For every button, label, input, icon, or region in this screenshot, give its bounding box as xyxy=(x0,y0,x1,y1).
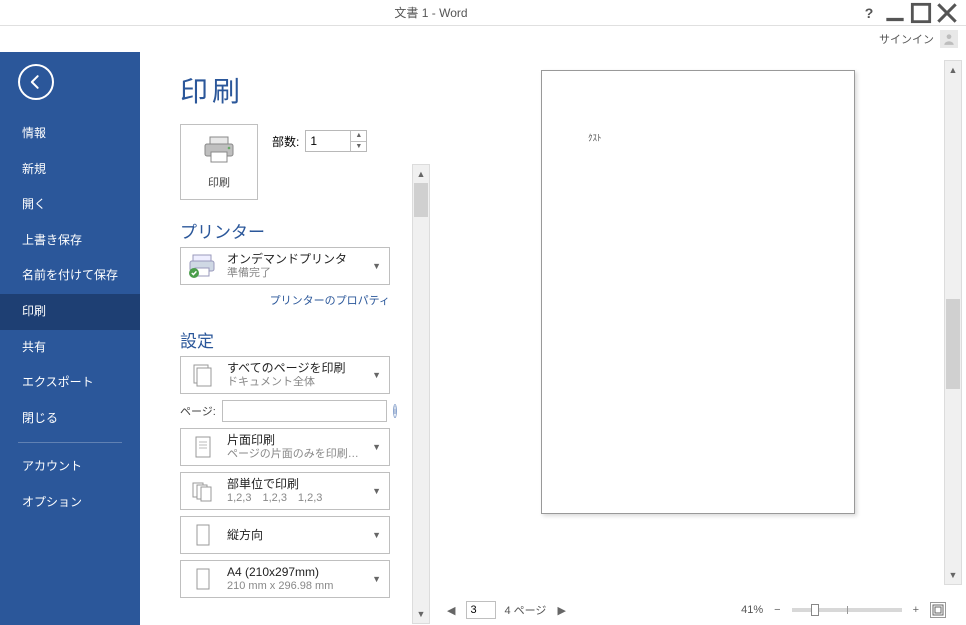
sidebar-item-close[interactable]: 閉じる xyxy=(0,401,140,437)
next-page-button[interactable]: ▶ xyxy=(554,604,568,617)
scroll-up-icon[interactable]: ▲ xyxy=(945,61,961,79)
print-button[interactable]: 印刷 xyxy=(180,124,258,200)
pages-icon xyxy=(185,360,219,390)
sidebar-item-account[interactable]: アカウント xyxy=(0,449,140,485)
title-bar: 文書 1 - Word ? xyxy=(0,0,966,26)
printer-selector[interactable]: オンデマンドプリンタ 準備完了 ▼ xyxy=(180,247,390,285)
preview-scrollbar[interactable]: ▲ ▼ xyxy=(944,60,962,585)
window-title: 文書 1 - Word xyxy=(6,4,856,21)
collate-icon xyxy=(185,476,219,506)
zoom-label: 41% xyxy=(741,604,763,616)
backstage-sidebar: 情報 新規 開く 上書き保存 名前を付けて保存 印刷 共有 エクスポート 閉じる… xyxy=(0,52,140,625)
pages-label: ページ: xyxy=(180,403,216,419)
scroll-thumb[interactable] xyxy=(414,183,428,217)
chevron-down-icon: ▼ xyxy=(372,574,385,584)
printer-name: オンデマンドプリンタ xyxy=(227,252,364,267)
sidebar-separator xyxy=(18,442,122,443)
zoom-slider-knob[interactable] xyxy=(811,604,819,616)
settings-scrollbar[interactable]: ▲ ▼ xyxy=(412,164,430,624)
sidebar-item-info[interactable]: 情報 xyxy=(0,116,140,152)
scroll-down-icon[interactable]: ▼ xyxy=(945,566,961,584)
collation-selector[interactable]: 部単位で印刷1,2,3 1,2,3 1,2,3 ▼ xyxy=(180,472,390,510)
page-title: 印刷 xyxy=(180,70,430,110)
chevron-down-icon: ▼ xyxy=(372,530,385,540)
scroll-up-icon[interactable]: ▲ xyxy=(413,165,429,183)
print-preview: ｸｽﾄ ▲ ▼ ◀ 4 ページ ▶ 41% − + xyxy=(430,52,966,625)
avatar-icon[interactable] xyxy=(940,30,958,48)
scroll-thumb[interactable] xyxy=(946,299,960,389)
portrait-icon xyxy=(185,520,219,550)
chevron-down-icon: ▼ xyxy=(372,370,385,380)
preview-page: ｸｽﾄ xyxy=(541,70,855,514)
signin-link[interactable]: サインイン xyxy=(879,31,934,47)
single-side-icon xyxy=(185,432,219,462)
preview-sample-text: ｸｽﾄ xyxy=(588,131,602,144)
printer-status-icon xyxy=(185,251,219,281)
copies-label: 部数: xyxy=(272,133,299,150)
pages-info-icon[interactable]: i xyxy=(393,404,397,418)
back-button[interactable] xyxy=(18,64,54,100)
sidebar-item-options[interactable]: オプション xyxy=(0,485,140,521)
print-button-label: 印刷 xyxy=(208,174,230,190)
printer-icon xyxy=(201,135,237,170)
sidebar-item-share[interactable]: 共有 xyxy=(0,330,140,366)
sidebar-item-print[interactable]: 印刷 xyxy=(0,294,140,330)
scroll-down-icon[interactable]: ▼ xyxy=(413,605,429,623)
sidebar-item-export[interactable]: エクスポート xyxy=(0,365,140,401)
pages-input[interactable] xyxy=(222,400,387,422)
current-page-input[interactable] xyxy=(466,601,496,619)
zoom-slider[interactable] xyxy=(792,608,902,612)
printer-properties-link[interactable]: プリンターのプロパティ xyxy=(270,295,390,307)
fit-to-window-button[interactable] xyxy=(930,602,946,618)
total-pages-label: 4 ページ xyxy=(504,602,546,618)
copies-spin-down[interactable]: ▼ xyxy=(350,142,366,152)
print-range-selector[interactable]: すべてのページを印刷ドキュメント全体 ▼ xyxy=(180,356,390,394)
chevron-down-icon: ▼ xyxy=(372,486,385,496)
printer-section-title: プリンター xyxy=(180,218,265,243)
maximize-button[interactable] xyxy=(908,3,934,23)
sidebar-item-new[interactable]: 新規 xyxy=(0,152,140,188)
prev-page-button[interactable]: ◀ xyxy=(444,604,458,617)
copies-spin-up[interactable]: ▲ xyxy=(350,131,366,142)
printer-status: 準備完了 xyxy=(227,267,364,281)
print-settings-panel: 印刷 印刷 部数: ▲ ▼ xyxy=(140,52,430,625)
zoom-in-button[interactable]: + xyxy=(910,604,922,616)
sides-selector[interactable]: 片面印刷ページの片面のみを印刷… ▼ xyxy=(180,428,390,466)
sidebar-item-save[interactable]: 上書き保存 xyxy=(0,223,140,259)
paper-size-selector[interactable]: A4 (210x297mm)210 mm x 296.98 mm ▼ xyxy=(180,560,390,598)
orientation-selector[interactable]: 縦方向 ▼ xyxy=(180,516,390,554)
preview-footer: ◀ 4 ページ ▶ 41% − + xyxy=(430,595,966,625)
close-button[interactable] xyxy=(934,3,960,23)
settings-section-title: 設定 xyxy=(180,327,214,352)
minimize-button[interactable] xyxy=(882,3,908,23)
help-button[interactable]: ? xyxy=(856,3,882,23)
sidebar-item-open[interactable]: 開く xyxy=(0,187,140,223)
sidebar-item-saveas[interactable]: 名前を付けて保存 xyxy=(0,258,140,294)
copies-input[interactable] xyxy=(306,131,350,151)
chevron-down-icon: ▼ xyxy=(372,261,385,271)
signin-row: サインイン xyxy=(0,26,966,52)
zoom-out-button[interactable]: − xyxy=(771,604,783,616)
paper-size-icon xyxy=(185,564,219,594)
chevron-down-icon: ▼ xyxy=(372,442,385,452)
